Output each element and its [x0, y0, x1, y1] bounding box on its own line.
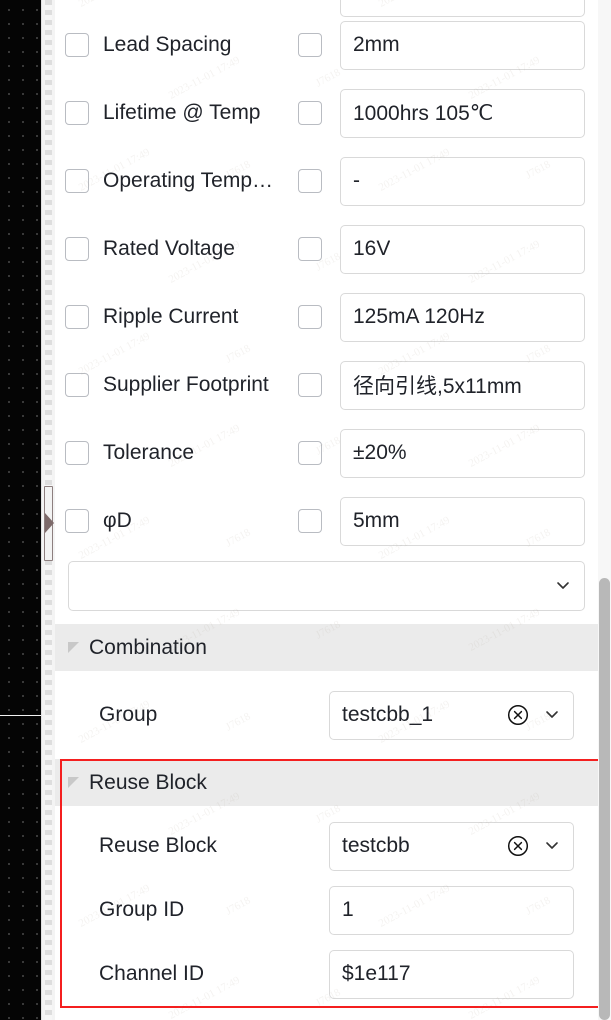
reuse-row-reuse-block: Reuse Block testcbb — [55, 812, 611, 880]
collapse-triangle-icon — [68, 777, 79, 788]
property-value-text: 125mA 120Hz — [353, 305, 485, 328]
label-channel-id: Channel ID — [99, 962, 205, 985]
channel-id-value: $1e117 — [342, 962, 411, 985]
group-select-value: testcbb_1 — [342, 703, 434, 726]
reuse-row-group-id: Group ID 1 — [55, 876, 611, 944]
property-row: Tolerance ±20% — [55, 419, 611, 487]
property-row: φD 5mm — [55, 487, 611, 555]
property-value-field[interactable]: - — [340, 156, 585, 206]
channel-id-input[interactable]: $1e117 — [329, 949, 574, 999]
property-label: Tolerance — [103, 441, 195, 464]
property-row: Lead Spacing 2mm — [55, 11, 611, 79]
property-label: Supplier Footprint — [103, 373, 269, 396]
property-value-text: - — [353, 169, 360, 192]
property-row: Operating Temp… - — [55, 147, 611, 215]
property-value-checkbox[interactable] — [298, 305, 322, 329]
chevron-down-icon[interactable] — [545, 838, 559, 852]
properties-panel: Lead Spacing 2mm Lifetime @ Temp 1000hrs 10… — [55, 0, 611, 1020]
reuse-block-select[interactable]: testcbb — [329, 821, 574, 871]
group-select[interactable]: testcbb_1 — [329, 690, 574, 740]
property-value-text: 2mm — [353, 33, 400, 56]
section-title-reuse-block: Reuse Block — [89, 770, 207, 794]
section-header-reuse-block[interactable]: Reuse Block — [55, 759, 611, 806]
property-value-checkbox[interactable] — [298, 441, 322, 465]
property-name-checkbox[interactable] — [65, 441, 89, 465]
add-property-select[interactable] — [68, 561, 585, 611]
label-group: Group — [99, 703, 158, 726]
property-value-checkbox[interactable] — [298, 373, 322, 397]
property-value-text: 1000hrs 105℃ — [353, 101, 494, 125]
collapse-triangle-icon — [68, 642, 79, 653]
property-value-field[interactable]: ±20% — [340, 428, 585, 478]
chevron-down-icon[interactable] — [545, 707, 559, 721]
clear-circle-icon[interactable] — [507, 835, 529, 857]
label-group-id: Group ID — [99, 898, 185, 921]
property-value-text: 16V — [353, 237, 391, 260]
panel-collapse-handle[interactable] — [44, 486, 54, 561]
property-label: Operating Temp… — [103, 169, 274, 192]
property-label: Rated Voltage — [103, 237, 235, 260]
property-label: φD — [103, 509, 132, 532]
panel-scrollbar-thumb[interactable] — [599, 578, 610, 1020]
panel-vertical-scrollbar[interactable] — [598, 0, 611, 1020]
property-name-checkbox[interactable] — [65, 373, 89, 397]
property-row: Lifetime @ Temp 1000hrs 105℃ — [55, 79, 611, 147]
property-value-checkbox[interactable] — [298, 237, 322, 261]
property-label: Ripple Current — [103, 305, 239, 328]
property-name-checkbox[interactable] — [65, 305, 89, 329]
property-row: Supplier Footprint 径向引线,5x11mm — [55, 351, 611, 419]
property-value-field[interactable]: 径向引线,5x11mm — [340, 360, 585, 410]
property-name-checkbox[interactable] — [65, 101, 89, 125]
property-value-checkbox[interactable] — [298, 169, 322, 193]
property-value-field[interactable]: 2mm — [340, 20, 585, 70]
clear-circle-icon[interactable] — [507, 704, 529, 726]
property-value-checkbox[interactable] — [298, 33, 322, 57]
group-id-input[interactable]: 1 — [329, 885, 574, 935]
group-id-value: 1 — [342, 898, 354, 921]
app-root: Lead Spacing 2mm Lifetime @ Temp 1000hrs 10… — [0, 0, 611, 1020]
property-name-checkbox[interactable] — [65, 509, 89, 533]
chevron-down-icon — [556, 578, 570, 592]
property-name-checkbox[interactable] — [65, 237, 89, 261]
pcb-canvas[interactable] — [0, 0, 41, 1020]
property-value-text: 径向引线,5x11mm — [353, 375, 522, 398]
reuse-row-channel-id: Channel ID $1e117 — [55, 940, 611, 1008]
property-value-field[interactable]: 1000hrs 105℃ — [340, 88, 585, 138]
property-value-field[interactable]: 5mm — [340, 496, 585, 546]
section-title-combination: Combination — [89, 635, 207, 659]
property-value-text: ±20% — [353, 441, 407, 464]
property-row: Ripple Current 125mA 120Hz — [55, 283, 611, 351]
property-value-field[interactable]: 125mA 120Hz — [340, 292, 585, 342]
property-label: Lifetime @ Temp — [103, 101, 261, 124]
property-name-checkbox[interactable] — [65, 33, 89, 57]
canvas-origin-line — [0, 715, 41, 716]
property-label: Lead Spacing — [103, 33, 232, 56]
property-value-checkbox[interactable] — [298, 101, 322, 125]
property-value-text: 5mm — [353, 509, 400, 532]
section-header-combination[interactable]: Combination — [55, 624, 611, 671]
reuse-block-select-value: testcbb — [342, 834, 410, 857]
watermark-text: 2023-11-01 17:49 — [77, 0, 152, 10]
label-reuse-block: Reuse Block — [99, 834, 217, 857]
property-name-checkbox[interactable] — [65, 169, 89, 193]
property-row: Rated Voltage 16V — [55, 215, 611, 283]
combination-row-group: Group testcbb_1 — [55, 681, 611, 749]
property-value-field[interactable]: 16V — [340, 224, 585, 274]
panel-expand-arrow-icon — [45, 513, 54, 533]
property-value-checkbox[interactable] — [298, 509, 322, 533]
